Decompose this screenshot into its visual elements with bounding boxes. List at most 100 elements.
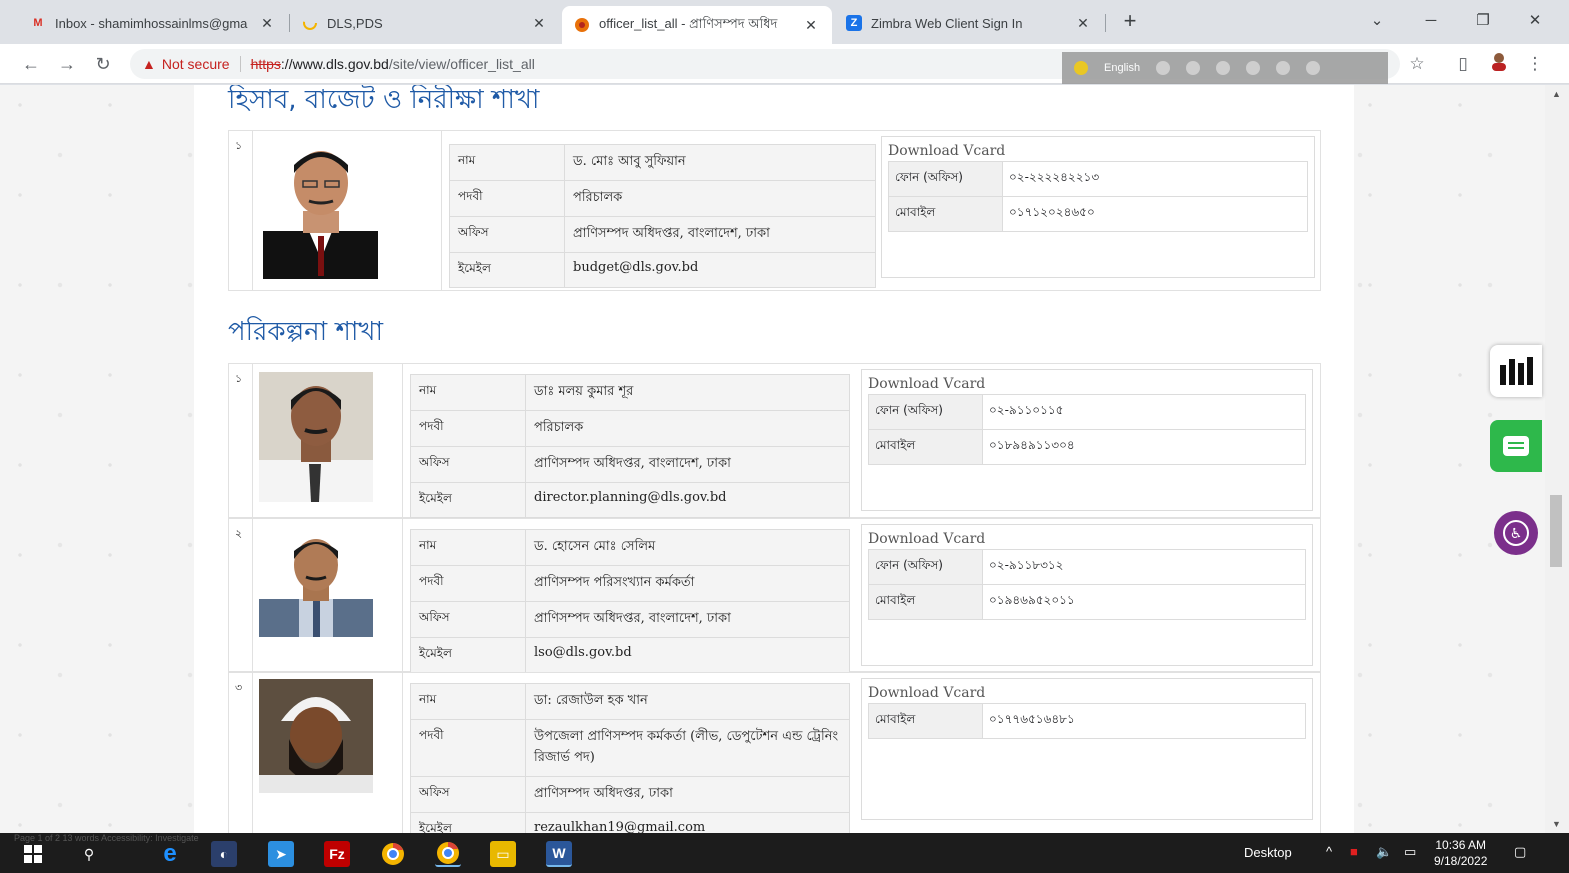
tab-search-icon[interactable]: ⌄ — [1362, 8, 1392, 34]
clock-date: 9/18/2022 — [1434, 854, 1488, 868]
officer-office: প্রাণিসম্পদ অধিদপ্তর, ঢাকা — [534, 786, 673, 801]
reload-button[interactable]: ↻ — [90, 51, 116, 77]
chat-icon — [1503, 436, 1529, 456]
bookmark-star-icon[interactable]: ☆ — [1404, 51, 1430, 77]
download-vcard-link[interactable]: Download Vcard — [862, 370, 1312, 394]
field-label: অফিস — [450, 217, 565, 252]
toolbar-icon[interactable] — [1156, 61, 1171, 75]
edge-icon[interactable] — [1246, 61, 1261, 75]
field-label: পদবী — [411, 411, 526, 446]
field-label: পদবী — [411, 720, 526, 776]
chat-button[interactable] — [1490, 420, 1542, 472]
tab-gmail[interactable]: M Inbox - shamimhossainlms@gma ✕ — [18, 6, 288, 40]
field-label: পদবী — [450, 181, 565, 216]
new-tab-button[interactable]: + — [1118, 10, 1142, 34]
notification-icon[interactable]: ▢ — [1514, 844, 1526, 860]
tab-close-icon[interactable]: ✕ — [1074, 15, 1092, 32]
accessibility-button[interactable]: ♿ — [1494, 511, 1538, 555]
officer-email[interactable]: rezaulkhan19@gmail.com — [526, 813, 849, 833]
volume-icon[interactable]: 🔈 — [1376, 844, 1392, 860]
zimbra-icon: Z — [846, 15, 862, 31]
close-window-button[interactable]: ✕ — [1520, 8, 1550, 34]
gmail-icon: M — [33, 17, 43, 29]
desktop-label[interactable]: Desktop — [1244, 845, 1292, 860]
download-vcard-link[interactable]: Download Vcard — [862, 525, 1312, 549]
security-label[interactable]: Not secure — [162, 56, 230, 72]
tab-strip: M Inbox - shamimhossainlms@gma ✕ DLS,PDS… — [0, 0, 1569, 44]
help-icon[interactable] — [1276, 61, 1291, 75]
tab-officer-list[interactable]: officer_list_all - প্রাণিসম্পদ অধিদ ✕ — [562, 6, 832, 44]
telegram-icon[interactable]: ➤ — [268, 841, 294, 867]
media-player-icon[interactable]: ◐ — [211, 841, 237, 867]
phone-mobile: ০১৭১২০২৪৬৫০ — [1003, 197, 1307, 231]
translate-icon[interactable] — [1074, 61, 1088, 75]
field-label: পদবী — [411, 566, 526, 601]
scroll-down-icon[interactable]: ▼ — [1552, 819, 1561, 829]
minimize-button[interactable]: ─ — [1416, 8, 1446, 34]
antivirus-icon[interactable]: ■ — [1350, 844, 1358, 859]
tab-dls-pds[interactable]: DLS,PDS ✕ — [290, 6, 560, 40]
officer-email[interactable]: director.planning@dls.gov.bd — [526, 483, 849, 517]
serial-number: ২ — [229, 519, 253, 671]
tab-close-icon[interactable]: ✕ — [530, 15, 548, 32]
scroll-up-icon[interactable]: ▲ — [1552, 89, 1561, 99]
start-icon[interactable] — [20, 841, 46, 867]
translate-toolbar[interactable]: English — [1062, 52, 1388, 84]
officer-designation: পরিচালক — [534, 420, 584, 435]
phone-office: ০২-৯১১৮৩১২ — [983, 550, 1305, 584]
field-label: ইমেইল — [411, 638, 526, 672]
url-scheme: https — [250, 56, 281, 72]
tab-title: officer_list_all - প্রাণিসম্পদ অধিদ — [599, 15, 778, 31]
scroll-thumb[interactable] — [1550, 495, 1562, 567]
filezilla-icon[interactable]: Fz — [324, 841, 350, 867]
chrome-active-icon[interactable] — [435, 841, 461, 867]
clock[interactable]: 10:36 AM 9/18/2022 — [1434, 837, 1487, 869]
officer-email[interactable]: budget@dls.gov.bd — [565, 253, 875, 287]
url-path: /site/view/officer_list_all — [388, 56, 535, 72]
section-title-planning: পরিকল্পনা শাখা — [228, 317, 384, 347]
tab-close-icon[interactable]: ✕ — [802, 17, 820, 34]
page-scrollbar[interactable]: ▲ ▼ — [1545, 85, 1569, 833]
contact-label: ফোন (অফিস) — [889, 162, 1003, 196]
search-icon[interactable]: ⚲ — [76, 841, 102, 867]
field-label: অফিস — [411, 447, 526, 482]
officer-photo — [259, 679, 373, 793]
contact-label: মোবাইল — [889, 197, 1003, 231]
tab-title: DLS,PDS — [327, 15, 383, 31]
officer-email[interactable]: lso@dls.gov.bd — [526, 638, 849, 672]
statistics-button[interactable] — [1490, 345, 1542, 397]
word-icon[interactable]: W — [546, 841, 572, 867]
officer-info-table: নাম ড. মোঃ আবু সুফিয়ান পদবী পরিচালক অফিস প… — [449, 144, 876, 288]
side-panel-icon[interactable]: ▯ — [1450, 51, 1476, 77]
tab-close-icon[interactable]: ✕ — [258, 15, 276, 32]
translate-language[interactable]: English — [1104, 62, 1140, 74]
contact-label: মোবাইল — [869, 704, 983, 738]
field-label: অফিস — [411, 602, 526, 637]
file-explorer-icon[interactable]: ▭ — [490, 841, 516, 867]
network-icon[interactable]: ▭ — [1404, 844, 1416, 860]
chevron-up-icon[interactable]: ^ — [1326, 844, 1332, 859]
settings-icon[interactable] — [1216, 61, 1231, 75]
serial-number: ১ — [229, 364, 253, 517]
forward-button[interactable]: → — [54, 51, 80, 77]
download-vcard-link[interactable]: Download Vcard — [862, 679, 1312, 703]
chrome-icon[interactable] — [380, 841, 406, 867]
menu-icon[interactable]: ⋮ — [1522, 51, 1548, 77]
site-favicon — [574, 17, 590, 33]
officer-name: ডা: রেজাউল হক খান — [534, 693, 648, 708]
officer-info-table: নাম ড. হোসেন মোঃ সেলিম পদবী প্রাণিসম্পদ পর… — [410, 529, 850, 673]
phone-mobile: ০১৮৯৪৯১১৩০৪ — [983, 430, 1305, 464]
warning-icon[interactable]: ▲ — [142, 56, 156, 72]
profile-avatar[interactable] — [1486, 51, 1512, 77]
tab-zimbra[interactable]: Z Zimbra Web Client Sign In ✕ — [834, 6, 1104, 40]
share-icon[interactable] — [1306, 61, 1321, 75]
officer-row: ৩ নাম ডা: রেজাউল হক খান পদবী উপজেলা প্রাণি… — [228, 672, 1321, 833]
officer-info-table: নাম ডা: রেজাউল হক খান পদবী উপজেলা প্রাণিসম… — [410, 683, 850, 833]
contact-table: ফোন (অফিস) ০২-২২২২৪২২১৩ মোবাইল ০১৭১২০২৪৬৫০ — [888, 161, 1308, 232]
restore-button[interactable]: ❐ — [1468, 8, 1498, 34]
page-viewport: হিসাব, বাজেট ও নিরীক্ষা শাখা ১ নাম ড. মো… — [0, 85, 1545, 833]
toolbar-icon[interactable] — [1186, 61, 1201, 75]
download-vcard-link[interactable]: Download Vcard — [882, 137, 1314, 161]
back-button[interactable]: ← — [18, 51, 44, 77]
edge-icon[interactable]: e — [157, 840, 183, 867]
